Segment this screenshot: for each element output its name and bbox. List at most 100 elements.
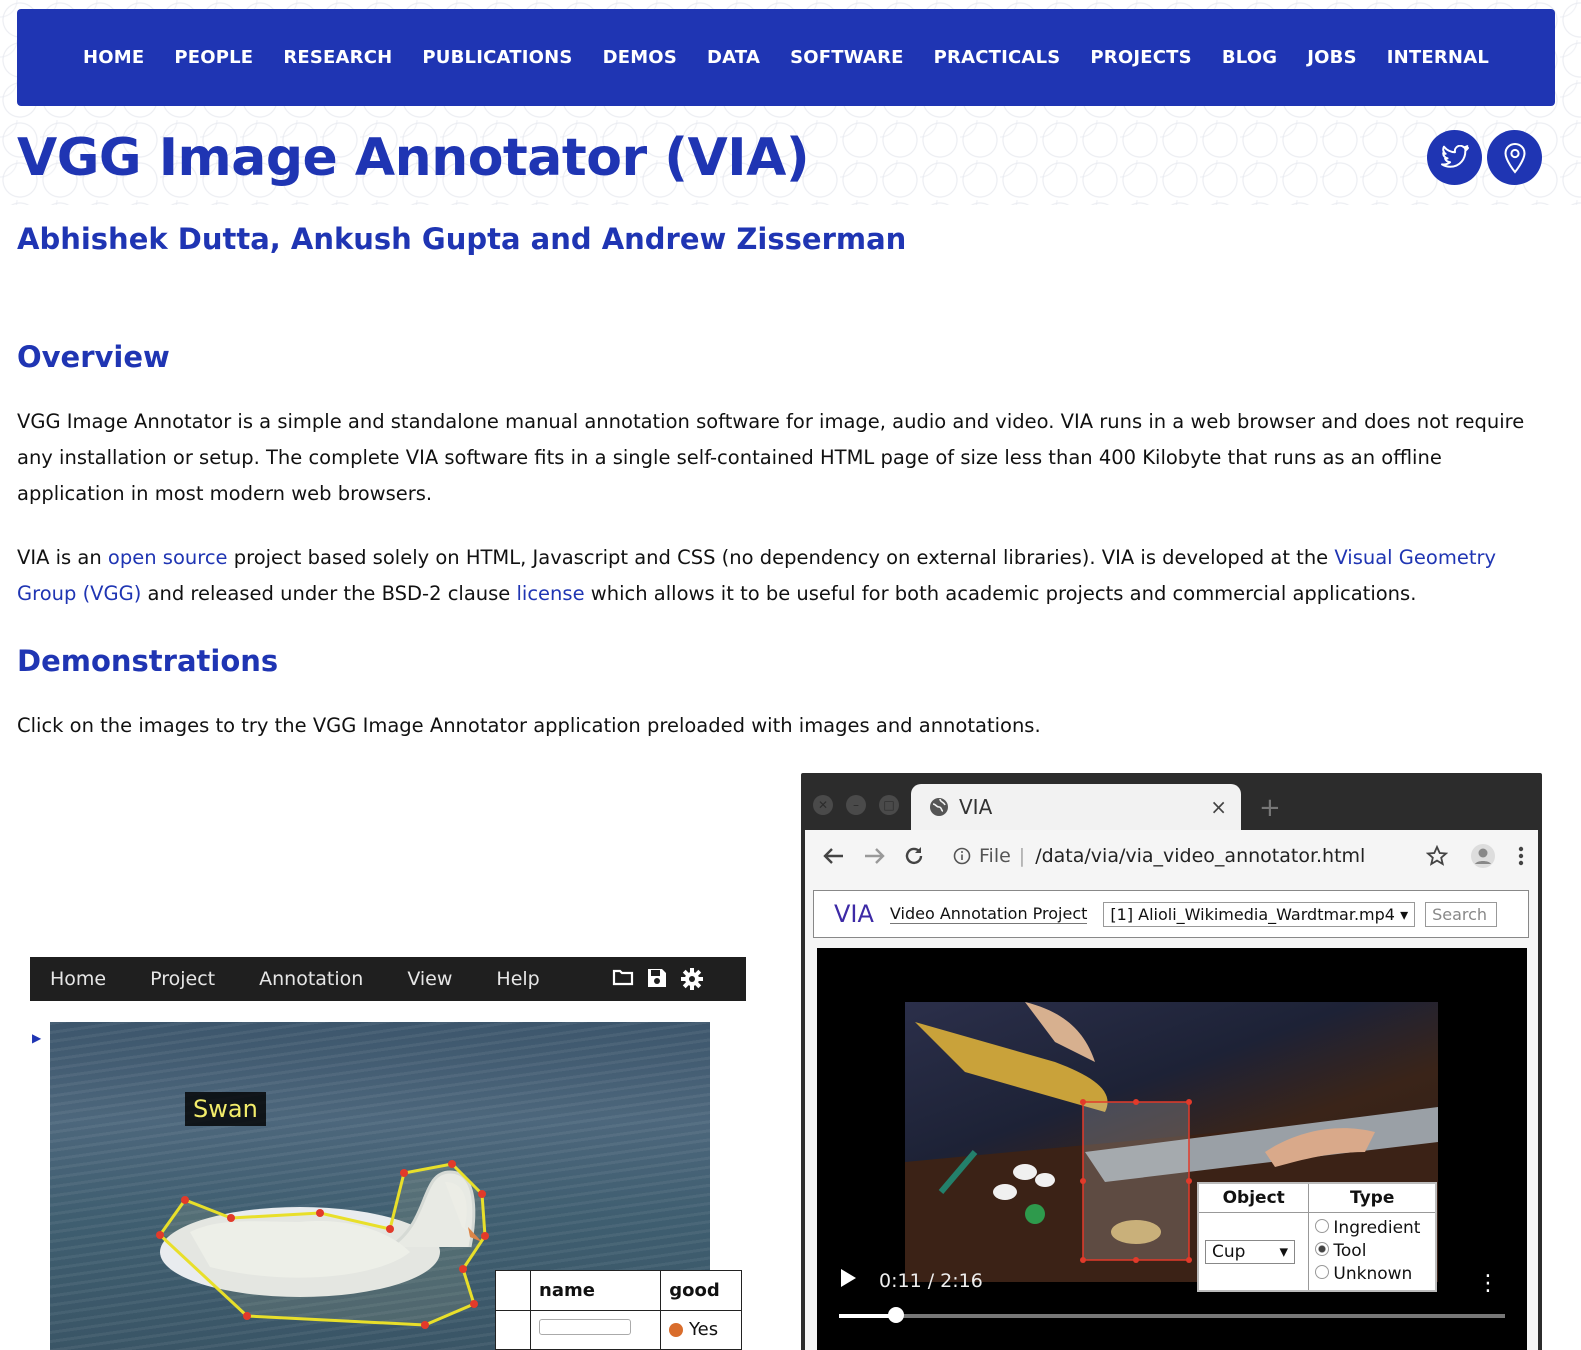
attr-name-cell	[529, 1309, 662, 1350]
video-controls: 0:11 / 2:16	[839, 1268, 983, 1293]
p2-text-2: project based solely on HTML, Javascript…	[227, 546, 1335, 569]
video-progress-knob[interactable]	[887, 1307, 904, 1323]
overview-paragraph-1: VGG Image Annotator is a simple and stan…	[17, 410, 1525, 505]
menu-annotation[interactable]: Annotation	[259, 968, 363, 990]
browser-tab[interactable]: VIA ×	[911, 784, 1241, 830]
folder-icon[interactable]	[612, 967, 634, 991]
nav-research[interactable]: RESEARCH	[283, 47, 392, 68]
page-title: VGG Image Annotator (VIA)	[17, 128, 810, 188]
bookmark-star-icon[interactable]	[1426, 845, 1448, 867]
attr-col-name: name	[529, 1270, 662, 1311]
info-icon	[953, 847, 971, 865]
object-select[interactable]: Cup ▾	[1205, 1239, 1295, 1264]
nav-projects[interactable]: PROJECTS	[1090, 47, 1191, 68]
nav-jobs[interactable]: JOBS	[1307, 47, 1356, 68]
browser-content: File | /data/via/via_video_annotator.htm…	[805, 830, 1538, 1350]
object-cell: Cup ▾	[1197, 1212, 1310, 1292]
attribute-table: name good Yes	[495, 1270, 742, 1350]
open-source-link[interactable]: open source	[108, 546, 228, 569]
nav-data[interactable]: DATA	[707, 47, 760, 68]
maximize-window-icon[interactable]: □	[879, 795, 899, 815]
radio-unknown[interactable]	[1315, 1265, 1330, 1279]
social-links	[1422, 130, 1542, 185]
p2-text-1: VIA is an	[17, 546, 108, 569]
twitter-icon[interactable]	[1427, 130, 1482, 185]
video-time: 0:11 / 2:16	[879, 1269, 983, 1292]
p2-text-3: and released under the BSD-2 clause	[141, 582, 517, 605]
address-prefix: File	[979, 845, 1011, 867]
attr-good-cell: Yes	[660, 1309, 742, 1350]
type-cell: Ingredient Tool Unknown	[1308, 1212, 1437, 1292]
address-separator: |	[1018, 845, 1026, 867]
attr-table-corner	[495, 1270, 531, 1311]
forward-icon[interactable]	[863, 847, 885, 865]
play-marker-icon: ▶	[32, 1031, 42, 1045]
menu-project[interactable]: Project	[150, 968, 215, 990]
browser-menu-icon[interactable]	[1518, 846, 1524, 866]
menu-help[interactable]: Help	[496, 968, 539, 990]
radio-yes[interactable]	[669, 1323, 684, 1338]
close-window-icon[interactable]: ✕	[813, 795, 833, 815]
play-icon[interactable]	[839, 1268, 857, 1293]
object-value: Cup	[1212, 1241, 1246, 1262]
type-label-tool: Tool	[1333, 1241, 1367, 1261]
attr-name-input[interactable]	[539, 1319, 631, 1336]
video-menu-icon[interactable]: ⋮	[1477, 1271, 1499, 1296]
col-object: Object	[1197, 1182, 1310, 1213]
attr-row-index	[495, 1309, 531, 1350]
address-url: /data/via/via_video_annotator.html	[1035, 845, 1366, 867]
nav-blog[interactable]: BLOG	[1222, 47, 1277, 68]
demonstrations-intro: Click on the images to try the VGG Image…	[17, 714, 1041, 737]
address-bar-actions	[1404, 843, 1524, 869]
p2-text-4: which allows it to be useful for both ac…	[584, 582, 1417, 605]
image-annotator-demo[interactable]: Home Project Annotation View Help ▶ Swan…	[30, 957, 746, 1350]
via-toolbar: VIA Video Annotation Project [1] Alioli_…	[813, 890, 1529, 938]
object-attribute-table: Object Type Cup ▾ Ingredient Tool Unknown	[1197, 1182, 1437, 1292]
authors: Abhishek Dutta, Ankush Gupta and Andrew …	[17, 222, 907, 256]
nav-internal[interactable]: INTERNAL	[1387, 47, 1489, 68]
nav-home[interactable]: HOME	[83, 47, 144, 68]
menu-home[interactable]: Home	[50, 968, 106, 990]
overview-paragraph-2: VIA is an open source project based sole…	[17, 540, 1547, 612]
video-progress-bar[interactable]	[839, 1307, 1505, 1323]
gear-icon[interactable]	[680, 967, 704, 991]
main-nav: HOME PEOPLE RESEARCH PUBLICATIONS DEMOS …	[17, 9, 1555, 106]
col-type: Type	[1308, 1182, 1437, 1213]
license-link[interactable]: license	[517, 582, 585, 605]
tab-title: VIA	[959, 795, 993, 819]
minimize-window-icon[interactable]: –	[846, 795, 866, 815]
type-option-ingredient[interactable]: Ingredient	[1315, 1217, 1429, 1240]
type-option-tool[interactable]: Tool	[1315, 1240, 1429, 1263]
back-icon[interactable]	[823, 847, 845, 865]
window-controls: ✕ – □	[813, 795, 912, 815]
overview-heading: Overview	[17, 340, 170, 374]
location-pin-icon[interactable]	[1487, 130, 1542, 185]
menu-view[interactable]: View	[407, 968, 452, 990]
via-logo: VIA	[834, 900, 874, 928]
select-arrow-icon: ▾	[1279, 1241, 1288, 1262]
nav-publications[interactable]: PUBLICATIONS	[422, 47, 572, 68]
profile-avatar-icon[interactable]	[1470, 843, 1496, 869]
nav-software[interactable]: SOFTWARE	[790, 47, 904, 68]
type-option-unknown[interactable]: Unknown	[1315, 1263, 1429, 1286]
reload-icon[interactable]	[903, 845, 925, 867]
type-label-unknown: Unknown	[1333, 1264, 1413, 1284]
video-annotator-demo[interactable]: ✕ – □ VIA × + File | /data/via/via_video…	[801, 773, 1542, 1350]
radio-tool[interactable]	[1315, 1242, 1330, 1256]
via-menubar: Home Project Annotation View Help	[30, 957, 746, 1001]
project-name[interactable]: Video Annotation Project	[889, 904, 1088, 924]
tab-close-icon[interactable]: ×	[1210, 795, 1227, 819]
radio-yes-label: Yes	[689, 1319, 719, 1341]
nav-demos[interactable]: DEMOS	[603, 47, 677, 68]
nav-practicals[interactable]: PRACTICALS	[934, 47, 1061, 68]
new-tab-icon[interactable]: +	[1259, 793, 1281, 823]
search-input[interactable]: Search	[1425, 901, 1498, 927]
address-bar[interactable]: File | /data/via/via_video_annotator.htm…	[953, 845, 1365, 867]
file-selected: [1] Alioli_Wikimedia_Wardtmar.mp4	[1110, 904, 1395, 924]
save-icon[interactable]	[646, 967, 668, 991]
nav-people[interactable]: PEOPLE	[174, 47, 253, 68]
video-player[interactable]: Object Type Cup ▾ Ingredient Tool Unknown…	[817, 948, 1527, 1350]
file-selector[interactable]: [1] Alioli_Wikimedia_Wardtmar.mp4 ▾	[1103, 901, 1416, 927]
radio-ingredient[interactable]	[1315, 1219, 1330, 1233]
globe-icon	[929, 797, 949, 817]
